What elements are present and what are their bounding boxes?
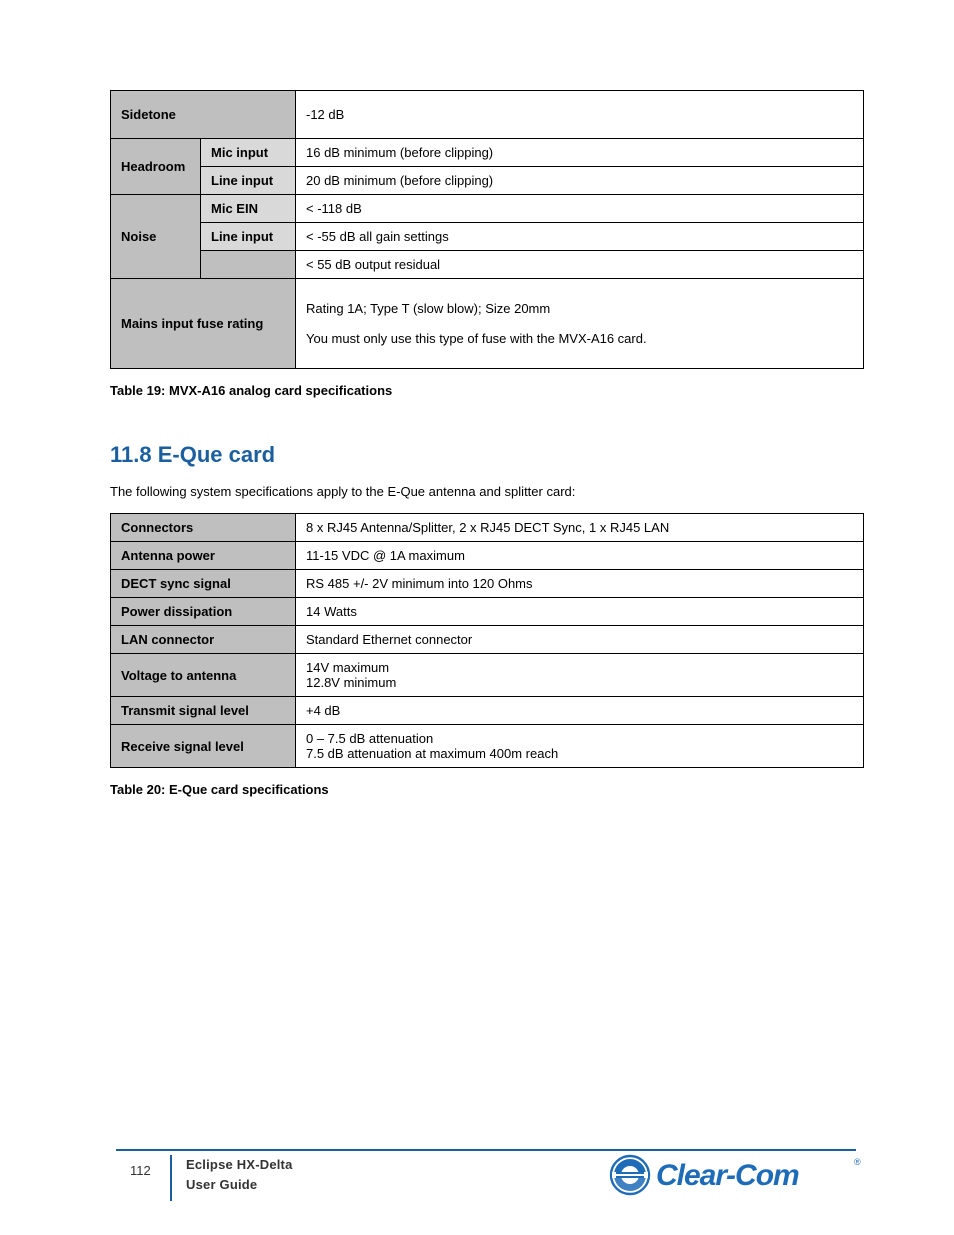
logo-text: Clear-Com <box>656 1159 799 1192</box>
cell-dect-sync-value: RS 485 +/- 2V minimum into 120 Ohms <box>296 570 864 598</box>
cell-noise-line-label: Line input <box>201 223 296 251</box>
table-eque-specs: Connectors 8 x RJ45 Antenna/Splitter, 2 … <box>110 513 864 768</box>
page-root: Sidetone -12 dB Headroom Mic input 16 dB… <box>0 0 954 1235</box>
footer-doc-title: Eclipse HX-Delta <box>186 1157 293 1172</box>
caption-table-mvx: Table 19: MVX-A16 analog card specificat… <box>110 383 864 398</box>
cell-sidetone-value: -12 dB <box>296 91 864 139</box>
footer-rule-vertical <box>170 1155 172 1201</box>
page-footer: 112 Eclipse HX-Delta User Guide Clear-Co… <box>0 1149 954 1207</box>
cell-headroom-label: Headroom <box>111 139 201 195</box>
cell-fuse-value: Rating 1A; Type T (slow blow); Size 20mm… <box>296 279 864 369</box>
cell-lan-connector-value: Standard Ethernet connector <box>296 626 864 654</box>
cell-antenna-power-label: Antenna power <box>111 542 296 570</box>
cell-dect-sync-label: DECT sync signal <box>111 570 296 598</box>
section-intro-eque: The following system specifications appl… <box>110 484 864 499</box>
cell-headroom-mic-value: 16 dB minimum (before clipping) <box>296 139 864 167</box>
footer-guide-label: User Guide <box>186 1177 257 1192</box>
cell-voltage-antenna-value: 14V maximum 12.8V minimum <box>296 654 864 697</box>
cell-headroom-line-value: 20 dB minimum (before clipping) <box>296 167 864 195</box>
caption-table-eque: Table 20: E-Que card specifications <box>110 782 864 797</box>
cell-noise-blank <box>201 251 296 279</box>
cell-receive-level-label: Receive signal level <box>111 725 296 768</box>
cell-sidetone-label: Sidetone <box>111 91 296 139</box>
table-mvx-specs: Sidetone -12 dB Headroom Mic input 16 dB… <box>110 90 864 369</box>
cell-voltage-antenna-label: Voltage to antenna <box>111 654 296 697</box>
clear-com-logo-svg: Clear-Com ® <box>606 1151 866 1199</box>
cell-noise-residual-value: < 55 dB output residual <box>296 251 864 279</box>
cell-power-dissipation-value: 14 Watts <box>296 598 864 626</box>
cell-transmit-level-value: +4 dB <box>296 697 864 725</box>
cell-connectors-value: 8 x RJ45 Antenna/Splitter, 2 x RJ45 DECT… <box>296 514 864 542</box>
section-title-eque: 11.8 E-Que card <box>110 442 864 468</box>
cell-headroom-mic-label: Mic input <box>201 139 296 167</box>
clear-com-logo: Clear-Com ® <box>606 1151 866 1199</box>
cell-transmit-level-label: Transmit signal level <box>111 697 296 725</box>
cell-noise-mic-value: < -118 dB <box>296 195 864 223</box>
page-number: 112 <box>130 1163 151 1178</box>
cell-power-dissipation-label: Power dissipation <box>111 598 296 626</box>
cell-noise-mic-label: Mic EIN <box>201 195 296 223</box>
cell-headroom-line-label: Line input <box>201 167 296 195</box>
cell-lan-connector-label: LAN connector <box>111 626 296 654</box>
cell-fuse-label: Mains input fuse rating <box>111 279 296 369</box>
cell-receive-level-value: 0 – 7.5 dB attenuation 7.5 dB attenuatio… <box>296 725 864 768</box>
cell-antenna-power-value: 11-15 VDC @ 1A maximum <box>296 542 864 570</box>
logo-registered-mark: ® <box>854 1157 861 1167</box>
cell-noise-line-value: < -55 dB all gain settings <box>296 223 864 251</box>
cell-connectors-label: Connectors <box>111 514 296 542</box>
cell-noise-label: Noise <box>111 195 201 279</box>
